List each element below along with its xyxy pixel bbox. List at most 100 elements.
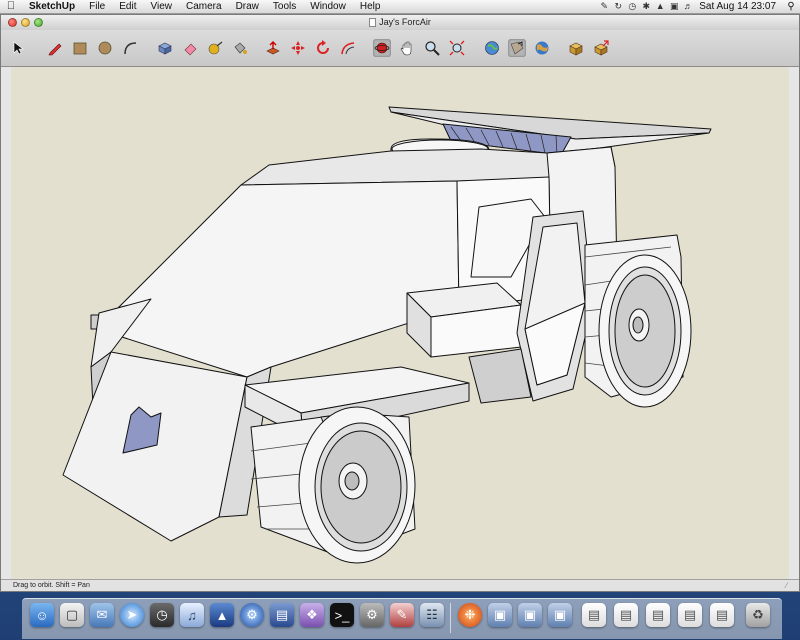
firefox-icon[interactable]: ❉ <box>458 603 482 627</box>
window-title: Jay's ForcAir <box>379 17 431 27</box>
tape-measure-tool[interactable] <box>206 39 224 57</box>
circle-tool[interactable] <box>96 39 114 57</box>
tape-icon <box>208 41 223 55</box>
eraser-icon <box>184 43 197 56</box>
close-button[interactable] <box>8 18 17 27</box>
script-icon[interactable]: ✎ <box>597 0 611 13</box>
menu-clock[interactable]: Sat Aug 14 23:07 <box>695 0 782 13</box>
eraser-tool[interactable] <box>181 39 199 57</box>
google-earth-tool[interactable] <box>533 39 551 57</box>
pencil-icon <box>48 43 62 56</box>
window-thumbnail-icon[interactable]: ▣ <box>548 603 572 627</box>
arc-tool[interactable] <box>121 39 139 57</box>
window-thumbnail-icon[interactable]: ▣ <box>488 603 512 627</box>
title-bar[interactable]: Jay's ForcAir <box>1 15 799 30</box>
zoom-extents-tool[interactable] <box>448 39 466 57</box>
iphoto-icon[interactable]: ▲ <box>210 603 234 627</box>
dashboard-icon[interactable]: ◷ <box>150 603 174 627</box>
finder-icon[interactable]: ☺ <box>30 603 54 627</box>
resize-grip-icon[interactable]: ∕ <box>786 580 796 590</box>
menu-view[interactable]: View <box>143 0 179 13</box>
extension-tool[interactable] <box>592 39 610 57</box>
menu-file[interactable]: File <box>82 0 112 13</box>
bucket-icon <box>234 42 247 54</box>
model-viewport[interactable] <box>11 67 789 579</box>
component-icon <box>158 42 172 55</box>
window-thumbnail-icon[interactable]: ▤ <box>614 603 638 627</box>
itunes-icon[interactable]: ♫ <box>180 603 204 627</box>
textedit-icon[interactable]: ❖ <box>300 603 324 627</box>
mail-icon[interactable]: ✉ <box>90 603 114 627</box>
box-icon <box>569 42 583 56</box>
system-preferences-icon[interactable]: ⚙ <box>240 603 264 627</box>
magnifier-icon <box>425 41 440 56</box>
menu-tools[interactable]: Tools <box>266 0 303 13</box>
window-title-group: Jay's ForcAir <box>369 15 431 30</box>
minimize-button[interactable] <box>21 18 30 27</box>
spotlight-icon[interactable]: ⚲ <box>782 0 800 13</box>
arrow-icon <box>13 41 24 55</box>
rectangle-icon <box>73 42 87 55</box>
dock: ☺ ▢ ✉ ➤ ◷ ♫ ▲ ⚙ ▤ ❖ >_ ⚙ ✎ ☷ ❉ ▣ ▣ ▣ ▤ ▤… <box>22 598 782 639</box>
rotate-tool[interactable] <box>314 39 332 57</box>
vehicle-model <box>62 106 712 564</box>
component-window-tool[interactable] <box>567 39 585 57</box>
zoom-button[interactable] <box>34 18 43 27</box>
make-component-tool[interactable] <box>156 39 174 57</box>
menu-camera[interactable]: Camera <box>179 0 229 13</box>
hand-icon <box>400 41 412 56</box>
time-machine-icon[interactable]: ◷ <box>625 0 639 13</box>
menu-window[interactable]: Window <box>303 0 353 13</box>
box-arrow-icon <box>594 40 609 56</box>
paint-bucket-tool[interactable] <box>231 39 249 57</box>
move-tool[interactable] <box>289 39 307 57</box>
trash-icon[interactable]: ♻ <box>746 603 770 627</box>
menu-app[interactable]: SketchUp <box>22 0 82 13</box>
documents-icon[interactable]: ☷ <box>420 603 444 627</box>
apple-icon[interactable]:  <box>0 0 22 13</box>
offset-icon <box>341 42 355 55</box>
menu-help[interactable]: Help <box>353 0 388 13</box>
toolbar <box>1 30 799 67</box>
volume-icon[interactable]: ♬ <box>681 0 695 13</box>
menu-bar:  SketchUp File Edit View Camera Draw To… <box>0 0 800 14</box>
window-controls <box>8 18 43 27</box>
wifi-icon[interactable]: ▲ <box>653 0 667 13</box>
orbit-tool[interactable] <box>373 39 391 57</box>
status-bar: Drag to orbit. Shift = Pan ∕ <box>1 579 799 591</box>
menu-draw[interactable]: Draw <box>229 0 266 13</box>
terminal-icon[interactable]: >_ <box>330 603 354 627</box>
menu-extras: ✎ ↻ ◷ ✱ ▲ ▣ ♬ Sat Aug 14 23:07 ⚲ <box>597 0 800 13</box>
zoom-tool[interactable] <box>423 39 441 57</box>
bluetooth-icon[interactable]: ✱ <box>639 0 653 13</box>
push-pull-tool[interactable] <box>264 39 282 57</box>
window-thumbnail-icon[interactable]: ▤ <box>646 603 670 627</box>
window-thumbnail-icon[interactable]: ▤ <box>582 603 606 627</box>
downloads-icon[interactable]: ⚙ <box>360 603 384 627</box>
safari-icon[interactable]: ➤ <box>120 603 144 627</box>
activity-monitor-icon[interactable]: ▤ <box>270 603 294 627</box>
sync-icon[interactable]: ↻ <box>611 0 625 13</box>
pan-tool[interactable] <box>398 39 416 57</box>
earth-icon <box>535 41 549 55</box>
move-icon <box>291 41 305 55</box>
globe-icon <box>485 41 499 55</box>
select-tool[interactable] <box>9 39 27 57</box>
menu-edit[interactable]: Edit <box>112 0 143 13</box>
offset-tool[interactable] <box>339 39 357 57</box>
push-pull-icon <box>266 41 280 55</box>
share-model-tool[interactable] <box>508 39 526 57</box>
get-models-tool[interactable] <box>483 39 501 57</box>
window-thumbnail-icon[interactable]: ▤ <box>678 603 702 627</box>
dock-separator <box>450 603 451 633</box>
sketchup-icon[interactable]: ✎ <box>390 603 414 627</box>
window-thumbnail-icon[interactable]: ▣ <box>518 603 542 627</box>
rectangle-tool[interactable] <box>71 39 89 57</box>
arc-icon <box>124 42 137 55</box>
pencil-tool[interactable] <box>46 39 64 57</box>
display-icon[interactable]: ▣ <box>667 0 681 13</box>
window-thumbnail-icon[interactable]: ▤ <box>710 603 734 627</box>
preview-icon[interactable]: ▢ <box>60 603 84 627</box>
cab-windshield <box>96 180 460 378</box>
orbit-icon <box>374 42 390 54</box>
